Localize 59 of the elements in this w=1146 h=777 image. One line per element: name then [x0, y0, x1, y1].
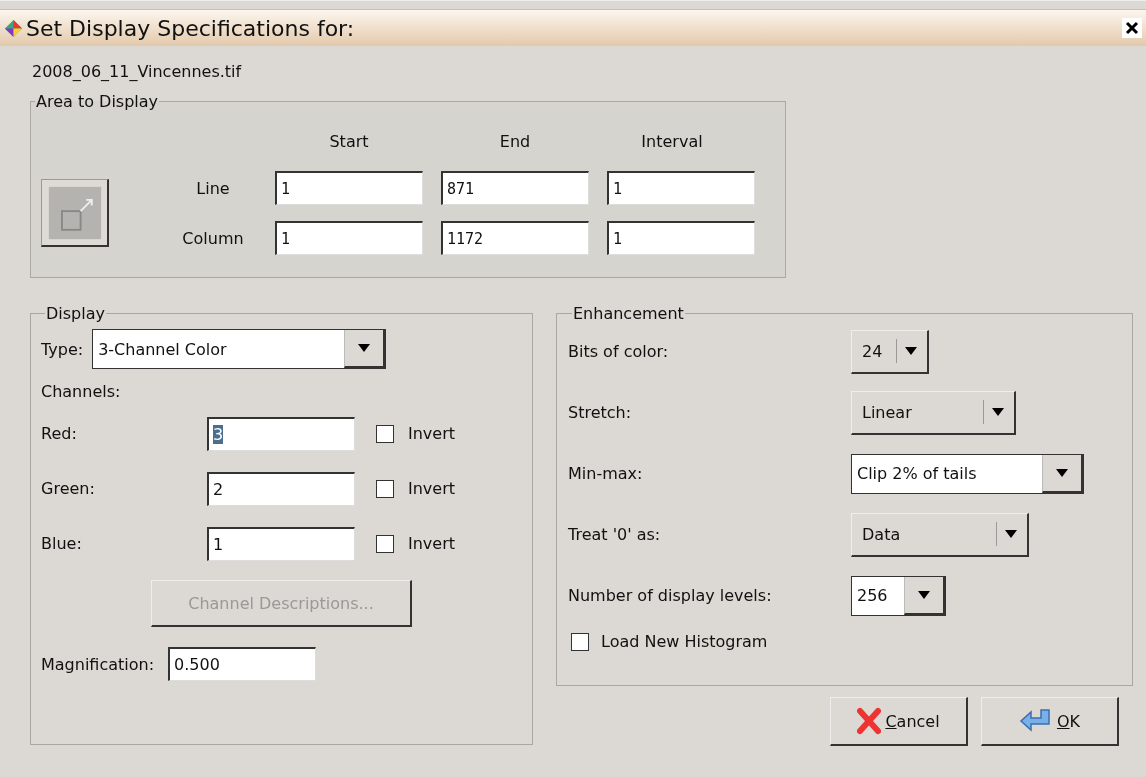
checkbox[interactable]: [376, 479, 394, 498]
channel-label: Red:: [41, 424, 78, 443]
checkbox-label: Invert: [408, 479, 456, 498]
input-field[interactable]: 1: [275, 171, 423, 205]
checkbox[interactable]: [376, 424, 394, 443]
group-title: Display: [45, 304, 106, 323]
region-icon: [46, 184, 103, 241]
column-header: Interval: [640, 131, 704, 151]
group-title: Area to Display: [35, 92, 160, 111]
type-dropdown[interactable]: 3-Channel Color: [92, 329, 387, 369]
type-label: Type:: [41, 339, 84, 359]
row-label: Line: [195, 178, 231, 198]
input-field[interactable]: 871: [441, 171, 589, 205]
magnification-label: Magnification:: [41, 654, 155, 674]
dropdown-arrow-icon: [358, 344, 371, 352]
app-icon: [4, 18, 23, 38]
channel-label: Green:: [41, 479, 96, 498]
zoom-button[interactable]: [41, 179, 109, 247]
dropdown-arrow-icon: [905, 347, 917, 355]
option-dropdown[interactable]: Clip 2% of tails: [851, 453, 1084, 494]
checkbox[interactable]: [376, 534, 394, 553]
input-field[interactable]: 1: [607, 221, 755, 255]
window-title: Set Display Specifications for:: [26, 15, 356, 41]
cross-icon: [857, 707, 882, 735]
cancel-button[interactable]: Cancel: [830, 697, 968, 746]
row-label: Column: [181, 228, 245, 248]
checkbox-label: Invert: [408, 534, 456, 553]
input-field[interactable]: 1172: [441, 221, 589, 255]
dropdown-arrow-icon: [918, 590, 930, 599]
ok-button[interactable]: OK: [981, 697, 1119, 746]
channel-field[interactable]: 1: [207, 526, 355, 561]
return-arrow-icon: [1018, 708, 1053, 734]
option-label: Min-max:: [568, 464, 644, 483]
option-dropdown[interactable]: Data: [851, 512, 1029, 557]
close-icon[interactable]: [1122, 18, 1142, 38]
option-dropdown[interactable]: 24: [851, 329, 929, 374]
dropdown-arrow-icon: [1056, 468, 1068, 477]
magnification-field[interactable]: 0.500: [168, 647, 317, 681]
input-field[interactable]: 1: [275, 221, 423, 255]
channels-label: Channels:: [41, 382, 122, 403]
option-dropdown[interactable]: 256: [851, 575, 946, 616]
input-field[interactable]: 1: [607, 171, 755, 205]
column-header: Start: [328, 131, 370, 151]
channel-field[interactable]: 3: [207, 416, 355, 451]
checkbox[interactable]: [571, 632, 589, 651]
channel-label: Blue:: [41, 534, 83, 553]
option-label: Treat '0' as:: [568, 525, 662, 544]
channel-field[interactable]: 2: [207, 471, 355, 506]
option-dropdown[interactable]: Linear: [851, 390, 1016, 435]
option-label: Number of display levels:: [568, 586, 773, 605]
dropdown-arrow-icon: [1005, 530, 1017, 538]
checkbox-label: Invert: [408, 424, 456, 443]
file-name: 2008_06_11_Vincennes.tif: [32, 62, 243, 83]
column-header: End: [498, 131, 532, 151]
checkbox-label: Load New Histogram: [601, 632, 768, 651]
option-label: Stretch:: [568, 403, 633, 422]
dropdown-arrow-icon: [992, 408, 1004, 416]
group-title: Enhancement: [572, 304, 685, 323]
option-label: Bits of color:: [568, 342, 670, 361]
